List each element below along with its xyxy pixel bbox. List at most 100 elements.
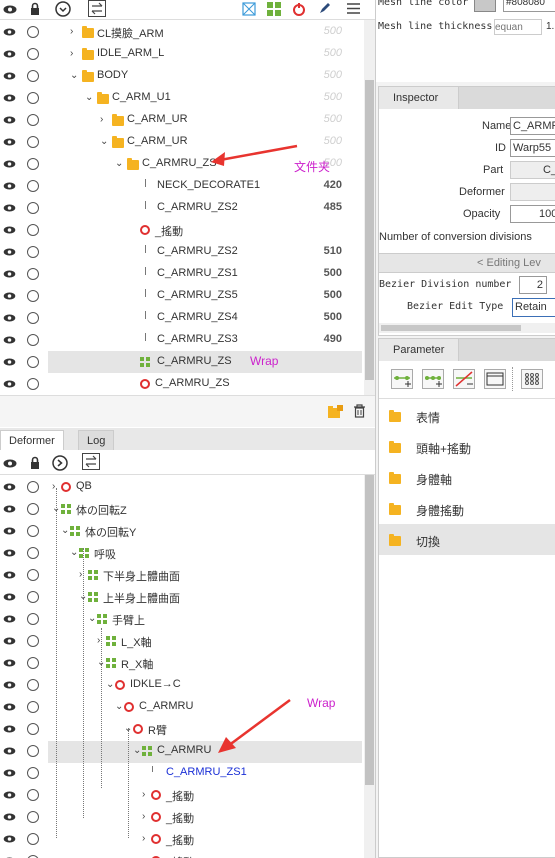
eye-icon[interactable] xyxy=(3,226,16,234)
select-circle-icon[interactable] xyxy=(27,268,39,280)
deformer-tree-row[interactable]: › L_X軸 xyxy=(0,630,362,652)
eye-icon[interactable] xyxy=(3,50,16,58)
chevron-right-icon[interactable]: › xyxy=(97,636,100,646)
eye-icon[interactable] xyxy=(3,248,16,256)
eye-icon[interactable] xyxy=(3,72,16,80)
eye-icon[interactable] xyxy=(3,459,17,468)
select-circle-icon[interactable] xyxy=(27,356,39,368)
select-circle-icon[interactable] xyxy=(27,246,39,258)
eye-icon[interactable] xyxy=(3,270,16,278)
eye-icon[interactable] xyxy=(3,94,16,102)
eye-icon[interactable] xyxy=(3,703,16,711)
select-circle-icon[interactable] xyxy=(27,334,39,346)
eye-icon[interactable] xyxy=(3,747,16,755)
parts-tree-row[interactable]: NECK_DECORATE1 420 xyxy=(0,175,362,197)
eye-icon[interactable] xyxy=(3,5,17,14)
select-circle-icon[interactable] xyxy=(27,70,39,82)
select-circle-icon[interactable] xyxy=(27,547,39,559)
deformer-tree-row[interactable]: ›_搖動 xyxy=(0,828,362,850)
opacity-field[interactable]: 100 xyxy=(510,205,555,223)
select-circle-icon[interactable] xyxy=(27,701,39,713)
select-circle-icon[interactable] xyxy=(27,136,39,148)
select-circle-icon[interactable] xyxy=(27,767,39,779)
chevron-right-icon[interactable]: › xyxy=(52,482,55,492)
eye-icon[interactable] xyxy=(3,571,16,579)
part-field[interactable]: C_ xyxy=(510,161,555,179)
parts-tree-row[interactable]: _搖動 xyxy=(0,219,362,241)
tab-log[interactable]: Log xyxy=(78,430,115,450)
deformer-tree-row[interactable]: ⌄ C_ARMRU xyxy=(0,740,362,762)
deformer-tree-row[interactable]: ⌄ 呼吸 xyxy=(0,542,362,564)
chevron-right-icon[interactable]: › xyxy=(100,115,103,125)
parts-tree-row[interactable]: C_ARMRU_ZS5 500 xyxy=(0,285,362,307)
deformer-tree-row[interactable]: ›_搖動 xyxy=(0,850,362,858)
eye-icon[interactable] xyxy=(3,615,16,623)
menu-icon[interactable] xyxy=(347,3,360,14)
parts-tree-row[interactable]: ⌄ C_ARM_UR 500 xyxy=(0,131,362,153)
eye-icon[interactable] xyxy=(3,336,16,344)
mesh-icon[interactable] xyxy=(242,2,256,16)
select-circle-icon[interactable] xyxy=(27,224,39,236)
eye-icon[interactable] xyxy=(3,791,16,799)
parameter-group[interactable]: 切換 xyxy=(379,524,555,555)
chevron-down-icon[interactable]: ⌄ xyxy=(115,702,123,712)
select-circle-icon[interactable] xyxy=(27,290,39,302)
eye-icon[interactable] xyxy=(3,769,16,777)
deformer-tree-row[interactable]: ⌄ 体の回転Z xyxy=(0,498,362,520)
parts-tree-row[interactable]: ⌄ BODY 500 xyxy=(0,65,362,87)
lock-icon[interactable] xyxy=(30,2,40,16)
deformer-tree-row[interactable]: › QB xyxy=(0,476,362,498)
eye-icon[interactable] xyxy=(3,314,16,322)
chevron-down-icon[interactable]: ⌄ xyxy=(133,746,141,756)
eye-icon[interactable] xyxy=(3,380,16,388)
select-circle-icon[interactable] xyxy=(27,811,39,823)
parts-tree-row[interactable]: C_ARMRU_ZS1 500 xyxy=(0,263,362,285)
select-circle-icon[interactable] xyxy=(27,503,39,515)
deformer-tree-row[interactable]: ⌄ IDKLE→C xyxy=(0,674,362,696)
chevron-right-icon[interactable]: › xyxy=(70,49,73,59)
new-folder-icon[interactable] xyxy=(328,405,343,418)
select-circle-icon[interactable] xyxy=(27,591,39,603)
swap-icon[interactable] xyxy=(82,453,100,470)
select-circle-icon[interactable] xyxy=(27,569,39,581)
eye-icon[interactable] xyxy=(3,505,16,513)
red-ring-icon[interactable] xyxy=(292,2,306,16)
chevron-down-icon[interactable]: ⌄ xyxy=(100,137,108,147)
chevron-down-icon[interactable]: ⌄ xyxy=(70,548,78,558)
chevron-down-icon[interactable]: ⌄ xyxy=(85,93,93,103)
parts-tree-row[interactable]: › C_ARM_UR 500 xyxy=(0,109,362,131)
deformer-tree-row[interactable]: C_ARMRU_ZS1 xyxy=(0,762,362,784)
add-three-keys-icon[interactable] xyxy=(422,369,444,389)
bezier-division-field[interactable]: 2 xyxy=(519,276,547,294)
select-circle-icon[interactable] xyxy=(27,180,39,192)
chevron-right-icon[interactable]: › xyxy=(79,570,82,580)
chevron-right-icon[interactable]: › xyxy=(142,834,145,844)
id-field[interactable]: Warp55 xyxy=(510,139,555,157)
eye-icon[interactable] xyxy=(3,292,16,300)
eye-icon[interactable] xyxy=(3,835,16,843)
tab-deformer[interactable]: Deformer xyxy=(0,430,64,450)
swap-icon[interactable] xyxy=(88,0,106,17)
mesh-line-color-value[interactable]: #808080 xyxy=(503,0,555,12)
chevron-right-icon[interactable]: › xyxy=(142,812,145,822)
trash-icon[interactable] xyxy=(353,404,366,418)
deformer-tree-row[interactable]: ⌄ 上半身上體曲面 xyxy=(0,586,362,608)
parts-tree-row[interactable]: C_ARMRU_ZS2 510 xyxy=(0,241,362,263)
deformer-scrollbar[interactable] xyxy=(364,475,375,858)
eye-icon[interactable] xyxy=(3,116,16,124)
chevron-down-icon[interactable]: ⌄ xyxy=(61,526,69,536)
select-circle-icon[interactable] xyxy=(27,202,39,214)
lock-icon[interactable] xyxy=(30,456,40,470)
add-key-icon[interactable] xyxy=(391,369,413,389)
parts-tree-row[interactable]: C_ARMRU_ZS2 485 xyxy=(0,197,362,219)
bezier-edit-type-select[interactable]: Retain xyxy=(512,298,555,317)
eye-icon[interactable] xyxy=(3,549,16,557)
select-circle-icon[interactable] xyxy=(27,481,39,493)
parts-scrollbar[interactable] xyxy=(364,20,375,395)
eye-icon[interactable] xyxy=(3,204,16,212)
inspector-hscroll[interactable] xyxy=(379,323,555,333)
select-circle-icon[interactable] xyxy=(27,833,39,845)
select-circle-icon[interactable] xyxy=(27,789,39,801)
select-circle-icon[interactable] xyxy=(27,26,39,38)
select-circle-icon[interactable] xyxy=(27,657,39,669)
